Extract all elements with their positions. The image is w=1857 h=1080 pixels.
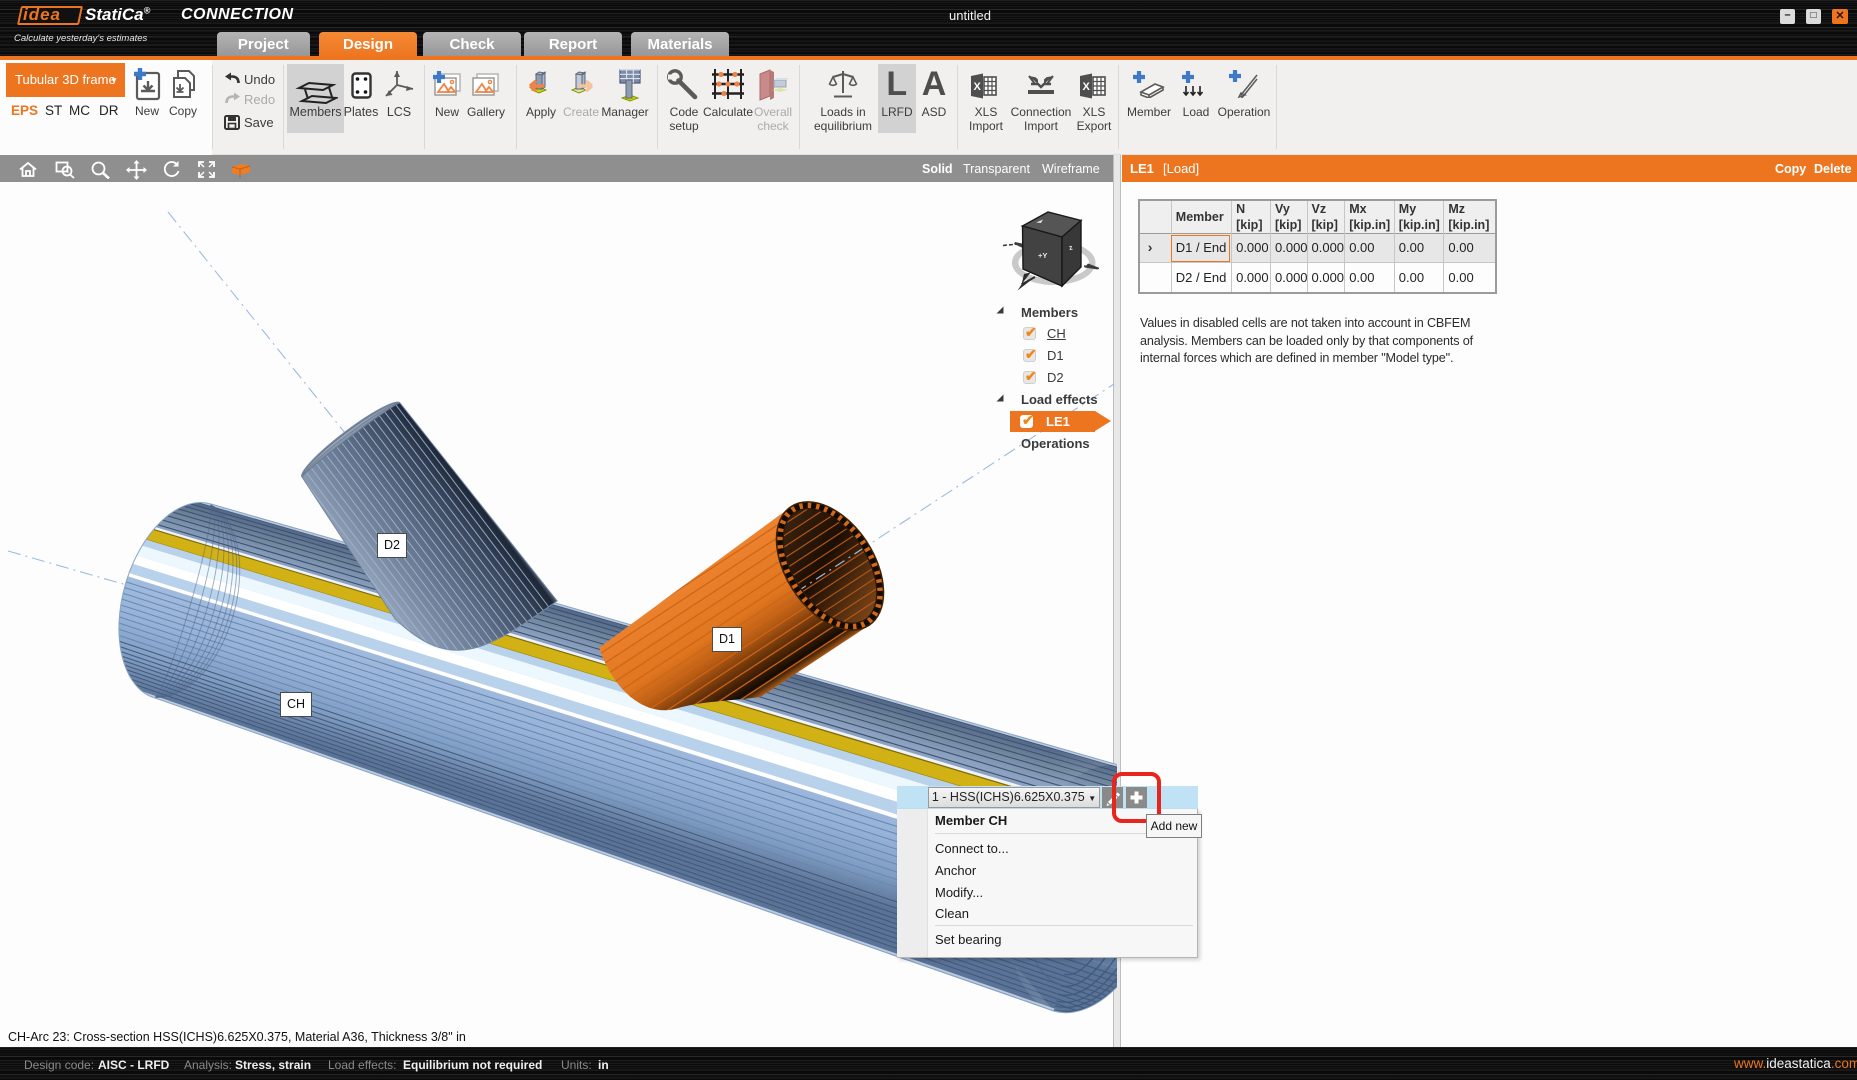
svg-text:X: X (1083, 81, 1091, 93)
svg-text:X: X (974, 81, 982, 93)
svg-text:+Y: +Y (1038, 251, 1047, 260)
